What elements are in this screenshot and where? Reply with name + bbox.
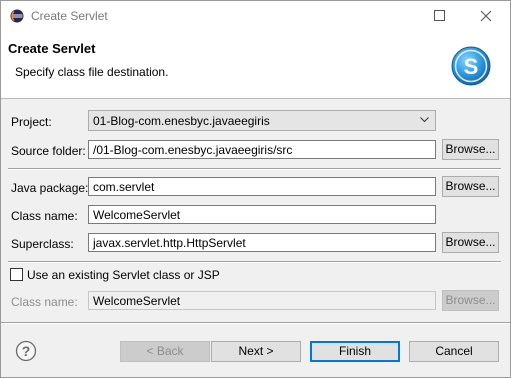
finish-button[interactable]: Finish: [310, 341, 400, 362]
superclass-browse-button[interactable]: Browse...: [442, 232, 499, 253]
java-package-field[interactable]: com.servlet: [88, 177, 436, 196]
superclass-field[interactable]: javax.servlet.http.HttpServlet: [88, 233, 436, 252]
use-existing-checkbox[interactable]: [10, 268, 23, 281]
banner-title: Create Servlet: [8, 41, 96, 56]
maximize-icon: [434, 10, 445, 21]
banner-message: Specify class file destination.: [15, 65, 169, 79]
class-name-label: Class name:: [11, 209, 78, 223]
svg-text:?: ?: [22, 343, 31, 359]
project-label: Project:: [11, 115, 52, 129]
java-package-label: Java package:: [11, 181, 89, 195]
back-button: < Back: [120, 341, 210, 362]
cancel-button[interactable]: Cancel: [409, 341, 499, 362]
class-name-field[interactable]: WelcomeServlet: [88, 205, 436, 224]
source-folder-browse-button[interactable]: Browse...: [442, 139, 499, 160]
separator: [8, 261, 501, 263]
svg-text:S: S: [464, 54, 479, 79]
use-existing-label[interactable]: Use an existing Servlet class or JSP: [27, 268, 220, 282]
close-icon: [480, 10, 492, 22]
help-icon[interactable]: ?: [15, 340, 37, 362]
title-bar[interactable]: Create Servlet: [1, 1, 510, 30]
eclipse-icon: [10, 9, 24, 23]
existing-class-name-label: Class name:: [11, 295, 78, 309]
maximize-button[interactable]: [418, 2, 462, 30]
superclass-label: Superclass:: [11, 237, 74, 251]
next-button[interactable]: Next >: [211, 341, 301, 362]
project-combo[interactable]: 01-Blog-com.enesbyc.javaeegiris: [88, 110, 436, 131]
chevron-down-icon: [420, 117, 429, 123]
dialog-banner: Create Servlet Specify class file destin…: [1, 30, 510, 99]
java-package-browse-button[interactable]: Browse...: [442, 176, 499, 197]
window-title: Create Servlet: [31, 9, 108, 23]
existing-class-name-field: WelcomeServlet: [88, 291, 436, 310]
footer-separator: [1, 322, 510, 324]
existing-class-browse-button: Browse...: [442, 290, 499, 311]
close-button[interactable]: [464, 2, 508, 30]
project-value: 01-Blog-com.enesbyc.javaeegiris: [93, 114, 270, 128]
source-folder-label: Source folder:: [11, 144, 86, 158]
servlet-s-logo-icon: S: [451, 46, 491, 86]
separator: [8, 168, 501, 170]
source-folder-field[interactable]: /01-Blog-com.enesbyc.javaeegiris/src: [88, 140, 436, 159]
